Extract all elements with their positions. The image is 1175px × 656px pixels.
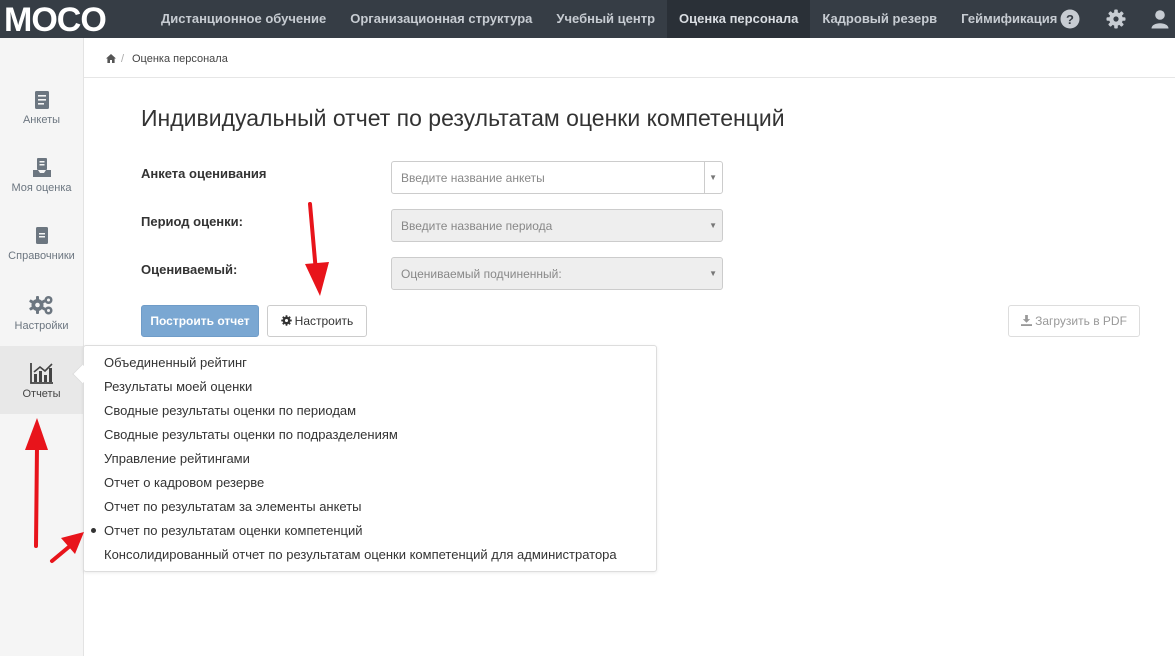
sidebar-item-label: Моя оценка <box>11 182 72 194</box>
gears-icon <box>28 296 52 315</box>
sidebar-item-label: Справочники <box>8 250 75 262</box>
moco-logo[interactable]: MOCO <box>4 2 132 36</box>
reports-menu: Объединенный рейтинг Результаты моей оце… <box>83 345 657 572</box>
period-select-placeholder: Введите название периода <box>401 219 553 233</box>
sidebar-item-questionnaires[interactable]: Анкеты <box>0 90 83 158</box>
download-pdf-button[interactable]: Загрузить в PDF <box>1008 305 1140 337</box>
download-icon <box>1021 315 1033 326</box>
build-report-button[interactable]: Построить отчет <box>141 305 259 337</box>
survey-select[interactable]: Введите название анкеты ▼ <box>391 161 723 194</box>
chart-icon <box>29 363 53 384</box>
sidebar-item-my-assessment[interactable]: Моя оценка <box>0 158 83 226</box>
chevron-down-icon[interactable]: ▼ <box>709 269 717 278</box>
breadcrumb: / Оценка персонала <box>84 38 1175 78</box>
breadcrumb-separator: / <box>121 53 125 65</box>
sidebar-item-label: Отчеты <box>22 388 61 400</box>
sidebar-item-reports[interactable]: Отчеты <box>0 346 83 414</box>
gear-icon[interactable] <box>1106 9 1126 29</box>
sidebar: Анкеты Моя оценка Справочники Настройки … <box>0 38 84 656</box>
subject-label: Оцениваемый: <box>141 262 238 277</box>
menu-item-summary-by-periods[interactable]: Сводные результаты оценки по периодам <box>104 403 356 418</box>
survey-select-placeholder: Введите название анкеты <box>401 171 545 185</box>
annotation-arrow-icon <box>305 202 329 296</box>
menu-item-talent-pool-report[interactable]: Отчет о кадровом резерве <box>104 475 264 490</box>
select-divider <box>704 162 705 193</box>
page-title: Индивидуальный отчет по результатам оцен… <box>141 105 785 131</box>
menu-item-rating-management[interactable]: Управление рейтингами <box>104 451 250 466</box>
svg-text:MOCO: MOCO <box>4 2 106 36</box>
nav-org-structure[interactable]: Организационная структура <box>338 0 544 38</box>
nav-gamification[interactable]: Геймификация <box>949 0 1069 38</box>
configure-button[interactable]: Настроить <box>267 305 367 337</box>
reference-book-icon <box>35 227 48 244</box>
questionnaire-icon <box>34 91 49 109</box>
menu-item-questionnaire-elements-report[interactable]: Отчет по результатам за элементы анкеты <box>104 499 362 514</box>
sidebar-item-label: Анкеты <box>22 114 61 126</box>
gear-icon <box>280 315 292 326</box>
nav-distance-learning[interactable]: Дистанционное обучение <box>149 0 338 38</box>
chevron-down-icon[interactable]: ▼ <box>709 173 717 182</box>
chevron-down-icon[interactable]: ▼ <box>709 221 717 230</box>
nav-personnel-assessment[interactable]: Оценка персонала <box>667 0 811 38</box>
help-icon[interactable]: ? <box>1060 9 1080 29</box>
breadcrumb-current: Оценка персонала <box>132 53 228 65</box>
user-icon[interactable] <box>1150 9 1170 29</box>
menu-item-competency-report[interactable]: Отчет по результатам оценки компетенций <box>104 523 363 538</box>
download-pdf-label: Загрузить в PDF <box>1035 314 1127 328</box>
my-assessment-icon <box>32 158 51 177</box>
selected-bullet-icon <box>91 528 96 533</box>
subject-select[interactable]: Оцениваемый подчиненный: ▼ <box>391 257 723 290</box>
svg-text:?: ? <box>1066 12 1074 27</box>
sidebar-item-label: Настройки <box>14 320 69 332</box>
nav-talent-pool[interactable]: Кадровый резерв <box>810 0 949 38</box>
menu-item-consolidated-admin-report[interactable]: Консолидированный отчет по результатам о… <box>104 547 617 562</box>
home-icon[interactable] <box>106 54 116 63</box>
nav-training-center[interactable]: Учебный центр <box>544 0 667 38</box>
survey-label: Анкета оценивания <box>141 166 267 181</box>
configure-button-label: Настроить <box>294 314 354 328</box>
menu-item-combined-rating[interactable]: Объединенный рейтинг <box>104 355 247 370</box>
period-label: Период оценки: <box>141 214 243 229</box>
main-nav: Дистанционное обучение Организационная с… <box>149 0 1069 38</box>
menu-item-my-assessment-results[interactable]: Результаты моей оценки <box>104 379 252 394</box>
subject-select-placeholder: Оцениваемый подчиненный: <box>401 267 562 281</box>
top-navbar: MOCO Дистанционное обучение Организацион… <box>0 0 1175 38</box>
period-select[interactable]: Введите название периода ▼ <box>391 209 723 242</box>
sidebar-item-references[interactable]: Справочники <box>0 226 83 294</box>
menu-item-summary-by-departments[interactable]: Сводные результаты оценки по подразделен… <box>104 427 398 442</box>
